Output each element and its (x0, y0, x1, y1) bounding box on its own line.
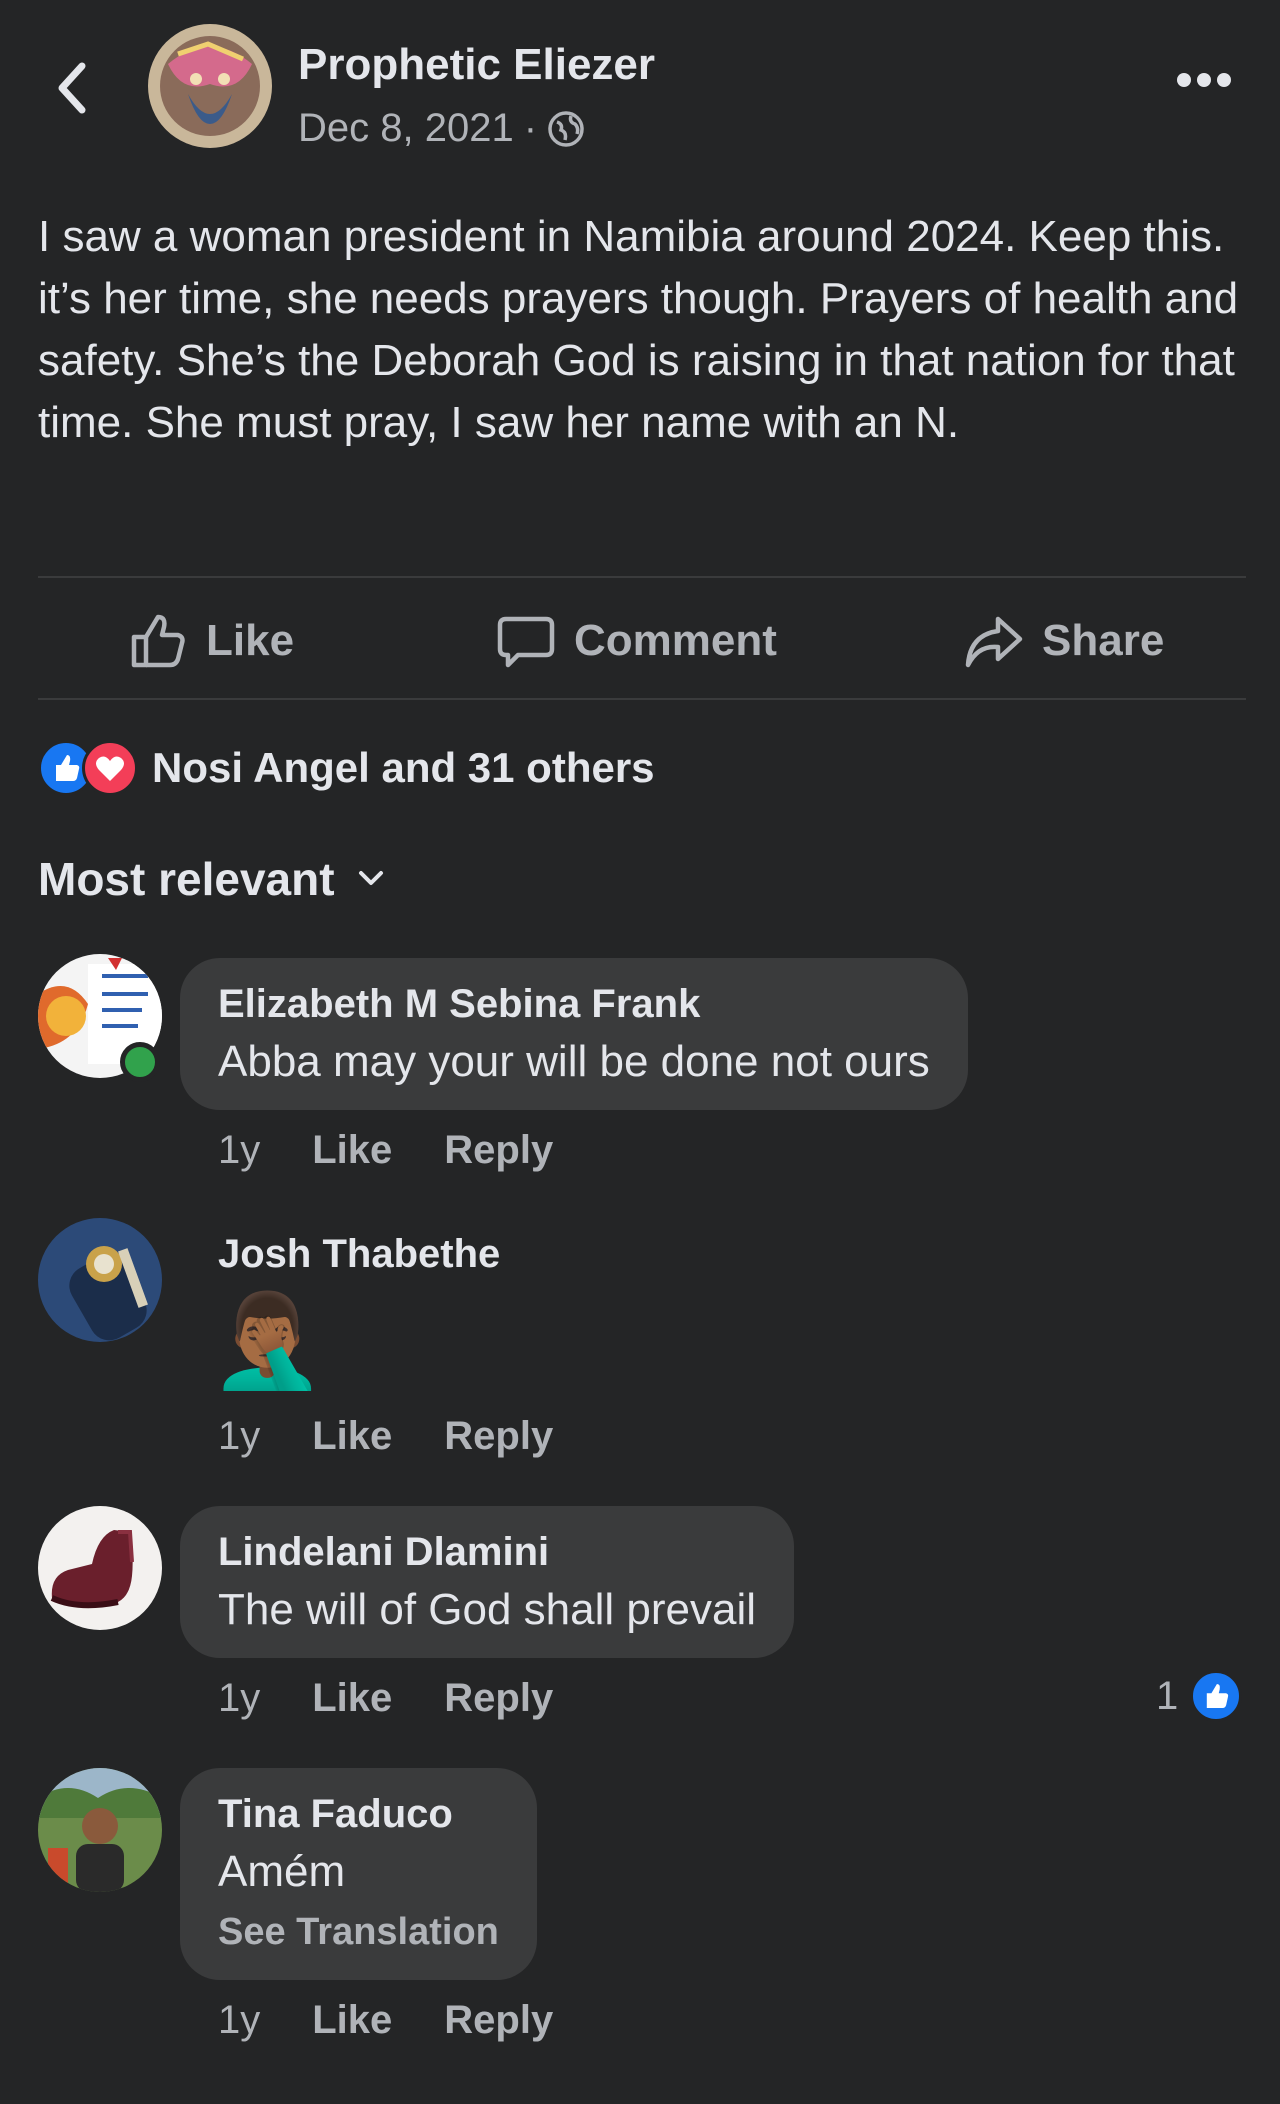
comment-like-button[interactable]: Like (312, 1128, 392, 1173)
reactions-summary[interactable]: Nosi Angel and 31 others (38, 740, 655, 796)
share-button[interactable]: Share (964, 606, 1164, 676)
commenter-name[interactable]: Tina Faduco (218, 1786, 499, 1842)
comment-button[interactable]: Comment (496, 606, 777, 676)
comment-sort-dropdown[interactable]: Most relevant (38, 852, 385, 906)
comment-like-button[interactable]: Like (312, 1676, 392, 1721)
comment-actions: 1y Like Reply (218, 1676, 553, 1721)
share-label: Share (1042, 616, 1165, 665)
comment-time: 1y (218, 1128, 261, 1172)
meta-separator: · (523, 106, 538, 150)
comment-reply-button[interactable]: Reply (444, 1676, 553, 1721)
comment-reaction-count[interactable]: 1 (1156, 1670, 1243, 1722)
commenter-name-wrap: Josh Thabethe (218, 1226, 500, 1282)
reactions-text: Nosi Angel and 31 others (152, 744, 655, 791)
author-name[interactable]: Prophetic Eliezer (298, 40, 655, 90)
comment-reply-button[interactable]: Reply (444, 1128, 553, 1173)
commenter-name[interactable]: Elizabeth M Sebina Frank (218, 976, 930, 1032)
comment-like-button[interactable]: Like (312, 1998, 392, 2043)
commenter-name[interactable]: Josh Thabethe (218, 1226, 500, 1282)
post-text: I saw a woman president in Namibia aroun… (38, 212, 1239, 447)
globe-icon (548, 110, 584, 147)
more-options-button[interactable] (1176, 70, 1232, 90)
comment-bubble[interactable]: Lindelani Dlamini The will of God shall … (180, 1506, 795, 1658)
more-icon (1177, 73, 1231, 87)
comment-reply-button[interactable]: Reply (444, 1998, 553, 2043)
comment-icon (497, 616, 555, 668)
comment-like-button[interactable]: Like (312, 1414, 392, 1459)
chevron-down-icon (358, 871, 383, 885)
thumbs-up-icon (131, 614, 185, 668)
comment-label: Comment (574, 616, 777, 665)
comment-actions: 1y Like Reply (218, 1128, 553, 1173)
post-meta: Dec 8, 2021 · (298, 106, 585, 151)
post-date[interactable]: Dec 8, 2021 (298, 106, 514, 151)
commenter-name[interactable]: Lindelani Dlamini (218, 1524, 756, 1580)
chevron-left-icon (58, 62, 86, 114)
author-avatar[interactable] (148, 24, 272, 148)
comment-bubble[interactable]: Elizabeth M Sebina Frank Abba may your w… (180, 958, 968, 1110)
comment-actions: 1y Like Reply (218, 1998, 553, 2043)
comment-time: 1y (218, 1414, 261, 1458)
sort-label: Most relevant (38, 853, 335, 905)
divider (38, 698, 1246, 700)
commenter-avatar[interactable] (38, 1768, 162, 1892)
comment-text: The will of God shall prevail (218, 1585, 757, 1634)
back-button[interactable] (52, 58, 92, 118)
divider (38, 576, 1246, 578)
commenter-avatar[interactable] (38, 1506, 162, 1630)
comment-reply-button[interactable]: Reply (444, 1414, 553, 1459)
reaction-count: 1 (1156, 1673, 1179, 1718)
share-icon (965, 616, 1023, 668)
comment-emoji: 🤦🏾‍♂️ (210, 1290, 325, 1392)
comment-text: Abba may your will be done not ours (218, 1037, 930, 1086)
commenter-avatar[interactable] (38, 1218, 162, 1342)
like-label: Like (206, 616, 295, 665)
love-reaction-icon (82, 740, 138, 796)
like-button[interactable]: Like (128, 606, 294, 676)
comment-actions: 1y Like Reply (218, 1414, 553, 1459)
comment-time: 1y (218, 1998, 261, 2042)
see-translation-link[interactable]: See Translation (218, 1902, 499, 1962)
like-reaction-icon (1190, 1670, 1243, 1722)
online-status-dot (120, 1042, 160, 1082)
comment-text: Amém (218, 1847, 346, 1896)
comment-time: 1y (218, 1676, 261, 1720)
comment-bubble[interactable]: Tina Faduco Amém See Translation (180, 1768, 537, 1980)
